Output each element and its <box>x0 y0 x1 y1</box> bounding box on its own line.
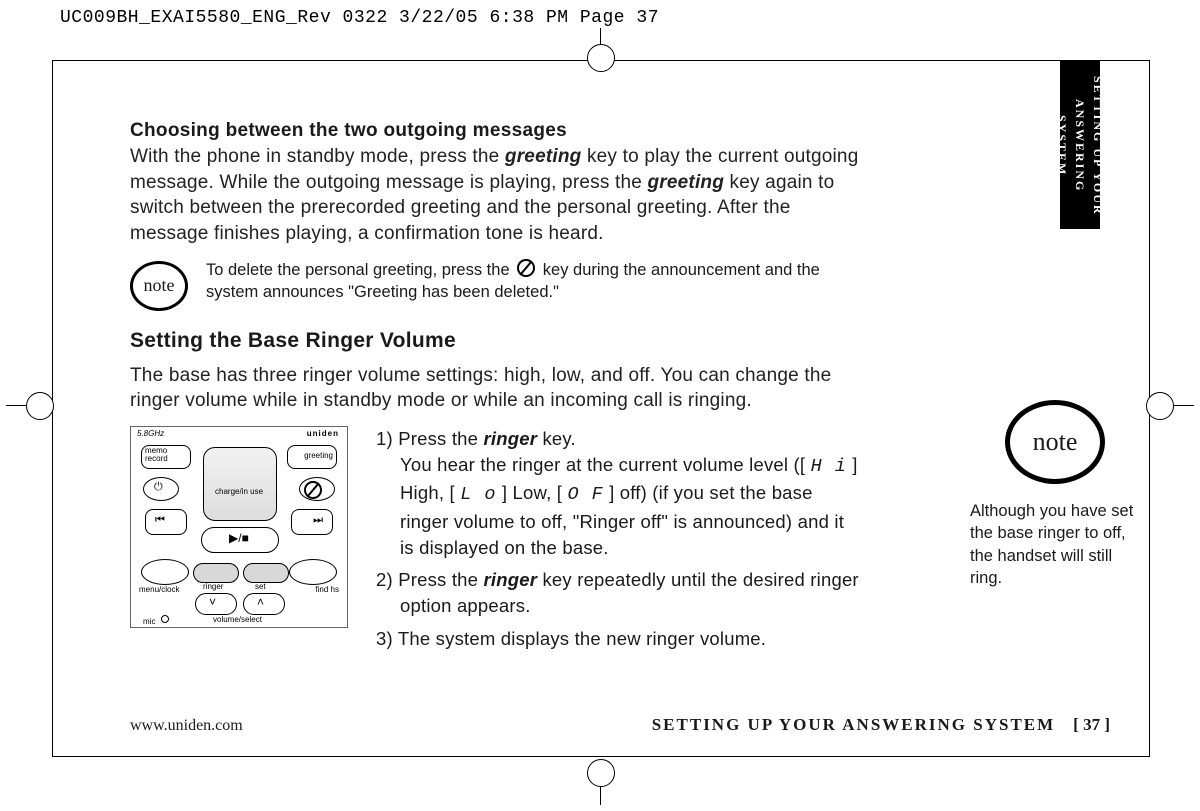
base-unit-illustration: 5.8GHz uniden memo record greeting charg… <box>130 426 348 628</box>
note-badge-icon: note <box>1005 400 1105 484</box>
text: key. <box>537 428 576 449</box>
segment-display-lo: L o <box>460 484 496 505</box>
step-3: 3) The system displays the new ringer vo… <box>376 626 860 652</box>
text: Press the <box>398 428 483 449</box>
step-number: 2) <box>376 569 398 590</box>
mic-hole-icon <box>161 615 169 623</box>
heading-base-ringer-volume: Setting the Base Ringer Volume <box>130 329 860 353</box>
display-shape <box>203 447 277 521</box>
registration-mark-icon <box>587 759 615 787</box>
label-menu-clock: menu/clock <box>139 585 179 594</box>
text: To delete the personal greeting, press t… <box>206 261 514 279</box>
text: The system displays the new ringer volum… <box>398 628 766 649</box>
keyword-greeting: greeting <box>647 172 724 193</box>
step-number: 3) <box>376 628 398 649</box>
note-badge-icon: note <box>130 261 188 311</box>
segment-display-hi: H i <box>811 456 847 477</box>
step-number: 1) <box>376 428 398 449</box>
label-find-hs: find hs <box>315 585 339 594</box>
keyword-greeting: greeting <box>505 146 582 167</box>
ffwd-button-shape <box>291 509 333 535</box>
paragraph-choosing-outgoing: With the phone in standby mode, press th… <box>130 144 860 247</box>
menu-button-shape <box>141 559 189 585</box>
print-slug-header: UC009BH_EXAI5580_ENG_Rev 0322 3/22/05 6:… <box>60 8 659 28</box>
margin-note-text: Although you have set the base ringer to… <box>970 500 1140 589</box>
registration-mark-icon <box>1146 392 1174 420</box>
footer-page-number: [ 37 ] <box>1073 715 1110 734</box>
registration-mark-icon <box>26 392 54 420</box>
find-button-shape <box>289 559 337 585</box>
label-band: 5.8GHz <box>137 429 164 438</box>
section-thumb-tab: ANSWERING SYSTEM SETTING UP YOUR <box>1060 61 1100 229</box>
page-footer: www.uniden.com SETTING UP YOUR ANSWERING… <box>130 715 1110 735</box>
thumb-tab-line2: ANSWERING SYSTEM <box>1053 71 1089 221</box>
steps-list: 1) Press the ringer key. You hear the ri… <box>376 426 860 658</box>
label-volume-select: volume/select <box>213 615 262 624</box>
label-greeting: greeting <box>304 451 333 460</box>
label-mic: mic <box>143 617 155 626</box>
label-set: set <box>255 582 266 591</box>
keyword-ringer: ringer <box>484 569 538 590</box>
label-memo-record: memo record <box>145 447 185 463</box>
thumb-tab-line1: SETTING UP YOUR <box>1089 76 1107 216</box>
rew-button-shape <box>145 509 187 535</box>
label-charge: charge/in use <box>215 487 263 496</box>
footer-url: www.uniden.com <box>130 717 243 735</box>
step-1: 1) Press the ringer key. You hear the ri… <box>376 426 860 561</box>
keyword-ringer: ringer <box>484 428 538 449</box>
segment-display-of: O F <box>567 484 603 505</box>
text: ] Low, [ <box>497 482 568 503</box>
main-content: Choosing between the two outgoing messag… <box>130 120 860 658</box>
ringer-button-shape <box>193 563 239 583</box>
paragraph-ringer-intro: The base has three ringer volume setting… <box>130 363 860 414</box>
note-text: To delete the personal greeting, press t… <box>206 259 860 304</box>
margin-note: note Although you have set the base ring… <box>970 400 1140 589</box>
label-ringer: ringer <box>203 582 223 591</box>
inline-note: note To delete the personal greeting, pr… <box>130 259 860 311</box>
set-button-shape <box>243 563 289 583</box>
text: You hear the ringer at the current volum… <box>400 454 811 475</box>
delete-key-icon <box>517 259 535 277</box>
footer-section-title: SETTING UP YOUR ANSWERING SYSTEM <box>652 715 1055 734</box>
registration-mark-icon <box>587 44 615 72</box>
label-brand: uniden <box>307 429 339 438</box>
step-2: 2) Press the ringer key repeatedly until… <box>376 567 860 620</box>
heading-choosing-outgoing: Choosing between the two outgoing messag… <box>130 120 860 142</box>
text: With the phone in standby mode, press th… <box>130 146 505 167</box>
text: Press the <box>398 569 483 590</box>
